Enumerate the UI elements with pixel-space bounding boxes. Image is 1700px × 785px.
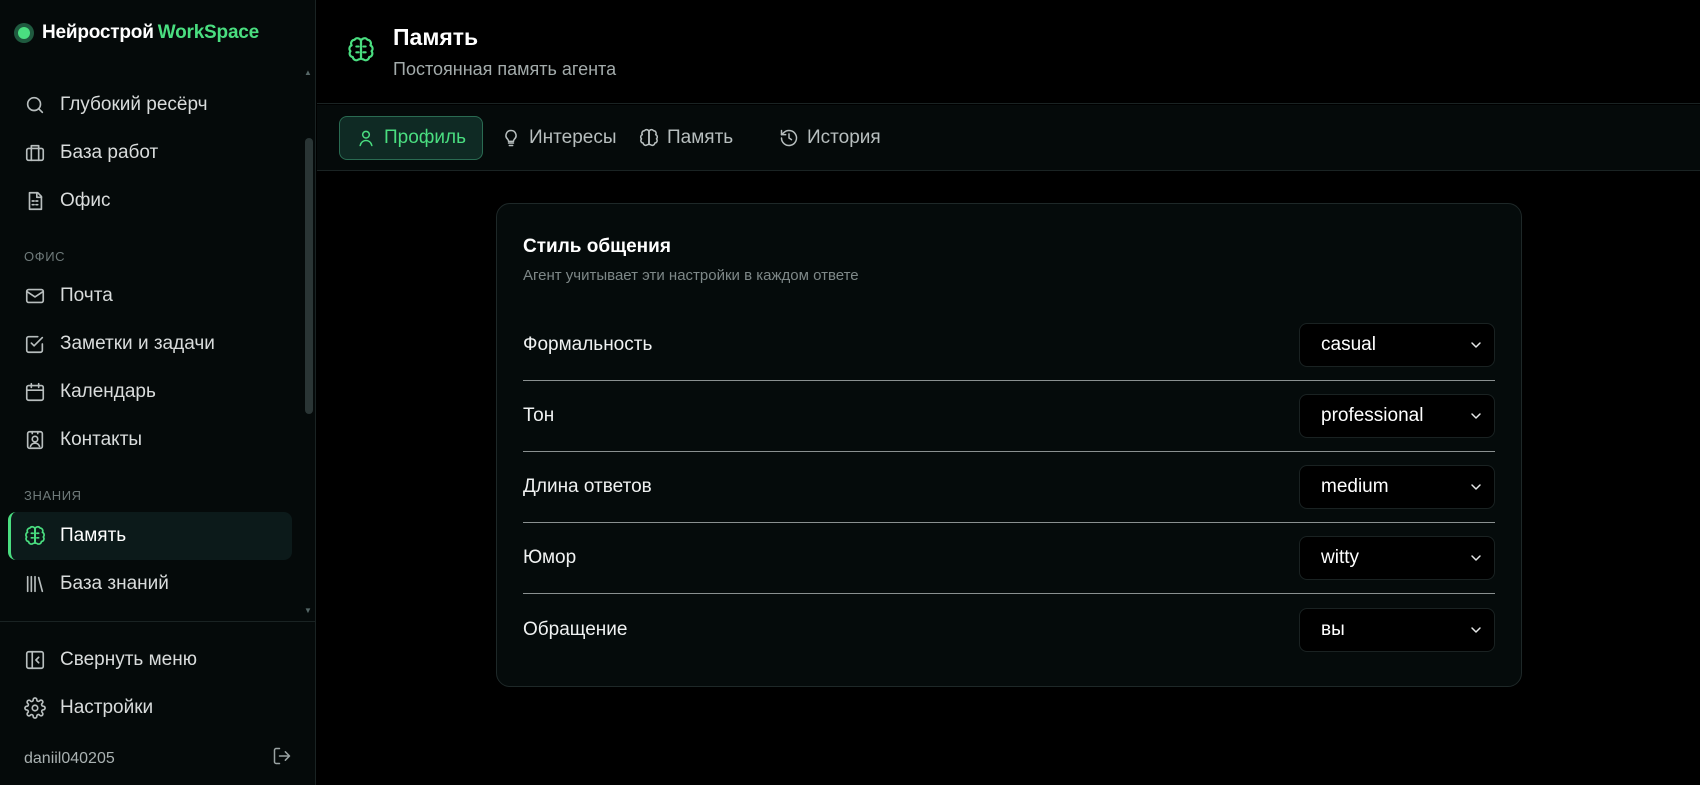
tab-label: Интересы — [529, 127, 617, 148]
setting-row-formality: Формальность casual — [523, 310, 1495, 381]
collapse-menu-label: Свернуть меню — [60, 649, 197, 670]
settings-button[interactable]: Настройки — [8, 684, 292, 732]
sidebar-nav[interactable]: ▲ ▼ Глубокий ресёрч База работ Офис ОФИС… — [0, 64, 316, 620]
username: daniil040205 — [24, 749, 115, 767]
brain-icon — [640, 128, 658, 147]
tone-select[interactable]: professional — [1299, 394, 1495, 438]
tab-bar: Профиль Интересы Память История — [317, 105, 1700, 171]
tab-label: История — [807, 127, 881, 148]
humor-select[interactable]: witty — [1299, 536, 1495, 580]
select-value: professional — [1321, 405, 1424, 426]
sidebar-item-label: Контакты — [60, 429, 143, 450]
briefcase-icon — [25, 144, 45, 162]
sidebar-item-label: Глубокий ресёрч — [60, 94, 208, 115]
brand-name-part1: Нейрострой — [42, 22, 154, 43]
collapse-menu-button[interactable]: Свернуть меню — [8, 636, 292, 684]
scroll-down-arrow-icon[interactable]: ▼ — [304, 606, 312, 615]
sidebar-item-memory[interactable]: Память — [8, 512, 292, 560]
checkbox-icon — [25, 335, 44, 354]
chevron-down-icon — [1471, 413, 1481, 419]
section-label-knowledge: ЗНАНИЯ — [24, 488, 82, 503]
sidebar-item-label: Почта — [60, 285, 113, 306]
library-icon — [26, 575, 44, 593]
brand-logo[interactable]: Нейрострой WorkSpace — [14, 20, 259, 46]
sidebar: Нейрострой WorkSpace ▲ ▼ Глубокий ресёрч… — [0, 0, 316, 785]
status-dot-icon — [14, 23, 34, 43]
tab-interests[interactable]: Интересы — [484, 116, 634, 160]
select-value: medium — [1321, 476, 1389, 497]
user-icon — [359, 130, 373, 147]
setting-label: Обращение — [523, 618, 628, 640]
mail-icon — [25, 288, 45, 304]
sidebar-item-knowledge-base[interactable]: База знаний — [8, 560, 292, 608]
sidebar-item-label: Офис — [60, 190, 111, 211]
setting-label: Длина ответов — [523, 476, 652, 497]
collapse-sidebar-icon — [25, 650, 45, 670]
gear-icon — [24, 697, 46, 719]
sidebar-item-calendar[interactable]: Календарь — [8, 368, 292, 416]
select-value: вы — [1321, 618, 1345, 640]
formality-select[interactable]: casual — [1299, 323, 1495, 367]
tab-profile[interactable]: Профиль — [339, 116, 484, 160]
scroll-up-arrow-icon[interactable]: ▲ — [304, 68, 312, 77]
header-icon-wrap — [347, 36, 375, 69]
sidebar-scrollbar[interactable] — [305, 138, 313, 414]
tab-label: Память — [667, 127, 734, 148]
setting-row-tone: Тон professional — [523, 381, 1495, 452]
sidebar-item-label: База работ — [60, 142, 159, 163]
lightbulb-icon — [505, 129, 517, 147]
chevron-down-icon — [1471, 342, 1481, 348]
address-form-select[interactable]: вы — [1299, 607, 1495, 652]
document-icon — [28, 191, 43, 211]
setting-label: Формальность — [523, 334, 653, 355]
sidebar-item-label: Заметки и задачи — [60, 333, 215, 354]
page-title: Память — [393, 24, 479, 50]
select-value: casual — [1321, 334, 1376, 355]
settings-label: Настройки — [60, 697, 154, 718]
setting-row-address-form: Обращение вы — [523, 594, 1495, 665]
logout-icon — [273, 747, 291, 765]
communication-style-card: Стиль общения Агент учитывает эти настро… — [496, 203, 1522, 687]
sidebar-item-office[interactable]: Офис — [8, 177, 292, 225]
sidebar-item-label: База знаний — [60, 573, 169, 594]
section-label-office: ОФИС — [24, 249, 66, 264]
setting-row-humor: Юмор witty — [523, 523, 1495, 594]
brand-name-part2: WorkSpace — [157, 22, 260, 43]
chevron-down-icon — [1471, 484, 1481, 490]
card-title: Стиль общения — [523, 236, 671, 257]
tab-history[interactable]: История — [762, 116, 898, 160]
sidebar-item-contacts[interactable]: Контакты — [8, 416, 292, 464]
tab-label: Профиль — [384, 127, 467, 148]
sidebar-item-deep-research[interactable]: Глубокий ресёрч — [8, 81, 292, 129]
chevron-down-icon — [1471, 555, 1481, 561]
setting-row-response-length: Длина ответов medium — [523, 452, 1495, 523]
logout-button[interactable] — [272, 746, 292, 771]
sidebar-item-label: Календарь — [60, 381, 156, 402]
calendar-icon — [25, 382, 45, 402]
response-length-select[interactable]: medium — [1299, 465, 1495, 509]
select-value: witty — [1321, 547, 1359, 568]
brain-icon — [25, 525, 45, 545]
search-icon — [26, 96, 44, 114]
brain-icon — [348, 37, 374, 62]
tab-memory[interactable]: Память — [622, 116, 750, 160]
sidebar-item-work-base[interactable]: База работ — [8, 129, 292, 177]
setting-label: Юмор — [523, 547, 577, 568]
page-subtitle: Постоянная память агента — [393, 59, 617, 79]
sidebar-item-notes-tasks[interactable]: Заметки и задачи — [8, 320, 292, 368]
main-content: Память Постоянная память агента Профиль … — [317, 0, 1700, 785]
sidebar-item-label: Память — [60, 525, 127, 546]
card-subtitle: Агент учитывает эти настройки в каждом о… — [523, 267, 859, 284]
contact-icon — [26, 430, 44, 450]
user-row: daniil040205 — [24, 746, 292, 771]
chevron-down-icon — [1471, 626, 1481, 633]
history-icon — [780, 129, 798, 147]
setting-label: Тон — [523, 405, 555, 426]
sidebar-item-mail[interactable]: Почта — [8, 272, 292, 320]
page-header: Память Постоянная память агента — [317, 0, 1700, 104]
